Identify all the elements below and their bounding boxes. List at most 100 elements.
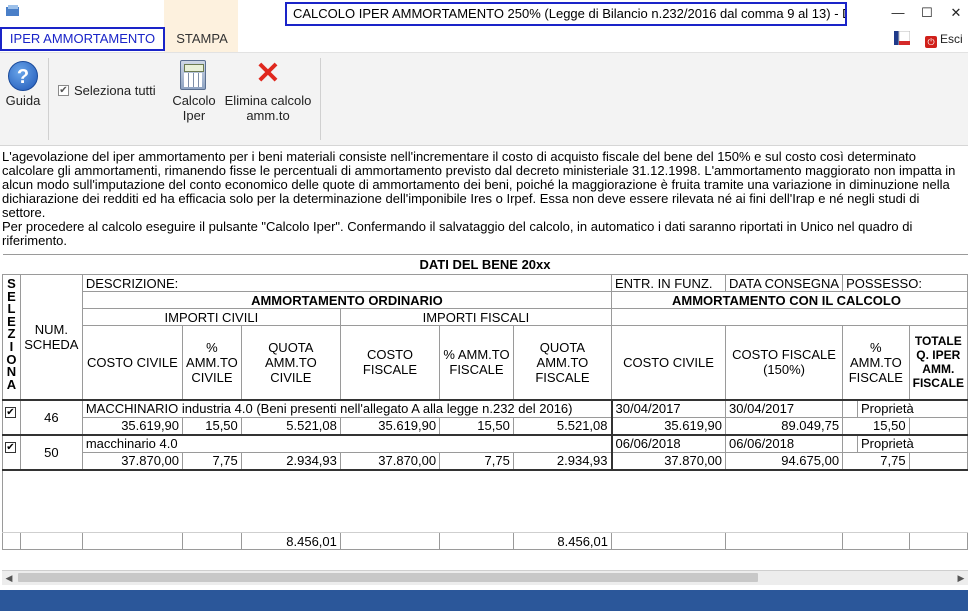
row-spacer <box>842 398 858 418</box>
row-description: macchinario 4.0 <box>81 433 613 453</box>
exit-icon: ⏻ <box>925 36 937 48</box>
calc-iper-button-label-2[interactable]: Iper <box>167 108 221 123</box>
totals-cell <box>842 532 910 550</box>
importi-fiscali-header: IMPORTI FISCALI <box>339 308 613 326</box>
row-possesso: Proprietà <box>857 433 968 453</box>
tab-iper-ammortamento[interactable]: IPER AMMORTAMENTO <box>0 27 165 51</box>
assets-grid: DATI DEL BENE 20xx S E L E Z I O N A NUM… <box>0 254 968 570</box>
total-quota-civile: 8.456,01 <box>240 532 341 550</box>
ammortamento-ordinario-header: AMMORTAMENTO ORDINARIO <box>81 291 613 309</box>
col-costo-fiscale-150: COSTO FISCALE (150%) <box>725 325 844 400</box>
app-icon <box>6 5 20 17</box>
calculator-icon[interactable] <box>180 60 206 90</box>
ribbon-separator <box>320 58 321 140</box>
totals-cell <box>182 532 242 550</box>
description-paragraph-1: L'agevolazione del iper ammortamento per… <box>2 149 956 220</box>
totals-cell <box>610 532 727 550</box>
row-possesso: Proprietà <box>857 398 968 418</box>
status-bar <box>0 590 968 611</box>
totals-cell <box>2 532 21 550</box>
col-perc-fiscale-iper: % AMM.TO FISCALE <box>842 325 910 400</box>
maximize-button[interactable]: ☐ <box>917 4 937 22</box>
exit-button[interactable]: ⏻ Esci <box>925 31 968 48</box>
row-quota-civile: 2.934,93 <box>240 451 341 470</box>
select-column-header: S E L E Z I O N A <box>2 274 21 400</box>
window-title: CALCOLO IPER AMMORTAMENTO 250% (Legge di… <box>285 2 847 26</box>
description-header: DESCRIZIONE: <box>81 274 613 292</box>
totals-cell <box>725 532 844 550</box>
scrollbar-thumb[interactable] <box>18 573 758 582</box>
row-quota-civile: 5.521,08 <box>240 416 341 435</box>
row-select-checkbox[interactable]: ✔ <box>2 433 21 470</box>
language-flag-icon[interactable] <box>894 30 911 46</box>
row-costo-civile: 37.870,00 <box>81 451 184 470</box>
row-costo-fiscale: 35.619,90 <box>339 416 441 435</box>
row-description: MACCHINARIO industria 4.0 (Beni presenti… <box>81 398 613 418</box>
row-entr-funz: 06/06/2018 <box>610 433 727 453</box>
scroll-left-icon[interactable]: ◀ <box>2 571 16 585</box>
col-costo-civile: COSTO CIVILE <box>81 325 184 400</box>
exit-label: Esci <box>940 32 963 46</box>
row-select-checkbox[interactable]: ✔ <box>2 398 21 435</box>
delete-calc-button-label-2[interactable]: amm.to <box>220 108 316 123</box>
row-quota-fiscale: 5.521,08 <box>512 416 613 435</box>
row-costo-civile: 35.619,90 <box>81 416 184 435</box>
row-entr-funz: 30/04/2017 <box>610 398 727 418</box>
description-paragraph-2: Per procedere al calcolo eseguire il pul… <box>2 219 913 248</box>
delete-icon[interactable]: ✕ <box>255 59 281 89</box>
section-title: DATI DEL BENE 20xx <box>2 254 968 275</box>
totals-cell <box>439 532 514 550</box>
close-button[interactable]: ✕ <box>946 4 966 22</box>
row-perc-civile: 15,50 <box>182 416 242 435</box>
col-quota-civile: QUOTA AMM.TO CIVILE <box>240 325 341 400</box>
num-scheda-header: NUM. SCHEDA <box>19 274 83 400</box>
row-perc-fiscale-iper: 7,75 <box>842 451 910 470</box>
totals-cell <box>908 532 968 550</box>
row-perc-fiscale: 7,75 <box>439 451 514 470</box>
row-spacer <box>842 433 858 453</box>
iper-subheader-empty <box>611 308 968 326</box>
help-icon[interactable]: ? <box>8 61 38 91</box>
row-quota-fiscale: 2.934,93 <box>512 451 613 470</box>
row-totale-iper <box>908 451 968 470</box>
select-all-label[interactable]: Seleziona tutti <box>74 83 156 98</box>
row-num-scheda: 46 <box>19 398 83 435</box>
delete-calc-button-label-1[interactable]: Elimina calcolo <box>220 93 316 108</box>
row-perc-fiscale: 15,50 <box>439 416 514 435</box>
grid-empty-area <box>2 469 968 533</box>
col-quota-fiscale: QUOTA AMM.TO FISCALE <box>512 325 613 400</box>
minimize-button[interactable]: — <box>888 4 908 22</box>
importi-civili-header: IMPORTI CIVILI <box>81 308 341 326</box>
calc-iper-button-label-1[interactable]: Calcolo <box>167 93 221 108</box>
totals-cell <box>81 532 184 550</box>
assets-table: DATI DEL BENE 20xx S E L E Z I O N A NUM… <box>2 254 968 550</box>
row-costo-fiscale: 37.870,00 <box>339 451 441 470</box>
possesso-header: POSSESSO: <box>842 274 968 292</box>
totals-cell <box>339 532 441 550</box>
help-button-label[interactable]: Guida <box>0 93 46 108</box>
row-costo-civile-iper: 35.619,90 <box>610 416 727 435</box>
totals-cell <box>19 532 83 550</box>
row-costo-civile-iper: 37.870,00 <box>610 451 727 470</box>
col-perc-fiscale: % AMM.TO FISCALE <box>439 325 514 400</box>
col-perc-civile: % AMM.TO CIVILE <box>182 325 242 400</box>
col-costo-civile-iper: COSTO CIVILE <box>610 325 727 400</box>
description-text: L'agevolazione del iper ammortamento per… <box>2 150 966 248</box>
row-data-consegna: 06/06/2018 <box>725 433 844 453</box>
select-all-checkbox[interactable]: ✔ <box>58 85 69 96</box>
scroll-right-icon[interactable]: ▶ <box>954 571 968 585</box>
row-costo-fiscale-150: 94.675,00 <box>725 451 844 470</box>
data-consegna-header: DATA CONSEGNA <box>725 274 844 292</box>
entr-funz-header: ENTR. IN FUNZ. <box>610 274 727 292</box>
horizontal-scrollbar[interactable]: ◀ ▶ <box>2 570 968 585</box>
row-totale-iper <box>908 416 968 435</box>
tab-stampa[interactable]: STAMPA <box>165 27 239 51</box>
row-data-consegna: 30/04/2017 <box>725 398 844 418</box>
total-quota-fiscale: 8.456,01 <box>512 532 613 550</box>
col-costo-fiscale: COSTO FISCALE <box>339 325 441 400</box>
row-num-scheda: 50 <box>19 433 83 470</box>
row-perc-fiscale-iper: 15,50 <box>842 416 910 435</box>
col-totale-iper: TOTALE Q. IPER AMM. FISCALE <box>908 325 968 400</box>
row-costo-fiscale-150: 89.049,75 <box>725 416 844 435</box>
ribbon-separator <box>48 58 49 140</box>
